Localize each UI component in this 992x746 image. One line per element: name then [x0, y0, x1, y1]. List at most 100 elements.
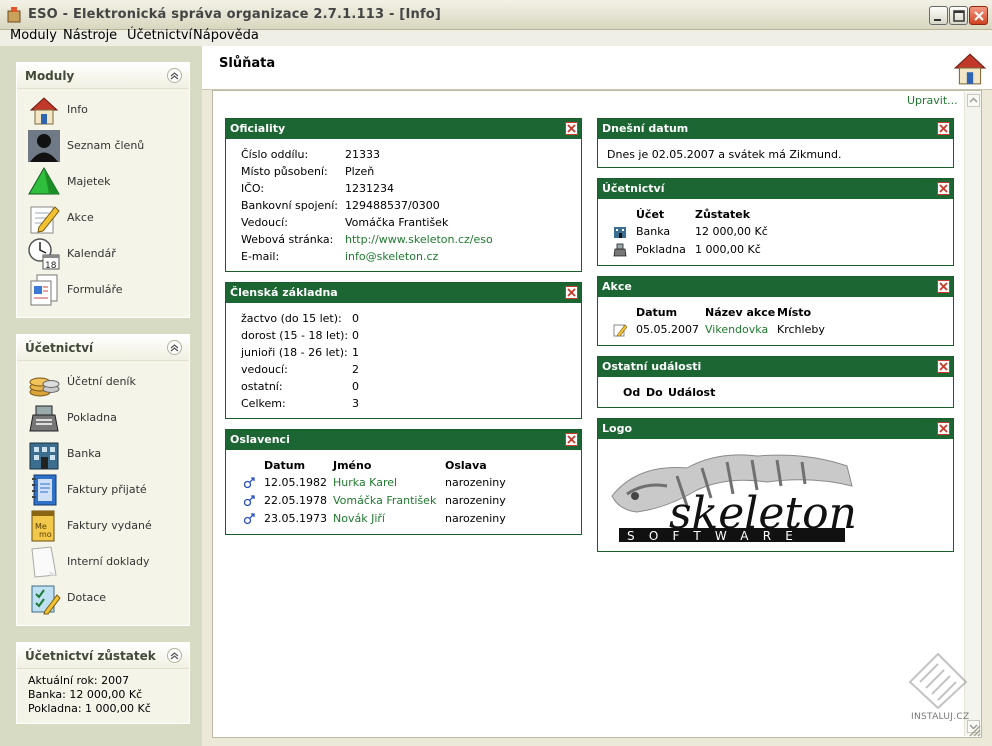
sidebar-item-label: Formuláře: [67, 283, 123, 296]
label-zactvo: žactvo (do 15 let):: [241, 312, 342, 325]
sidebar-item-faktury-vydane[interactable]: Me mo Faktury vydané: [27, 509, 185, 543]
close-icon[interactable]: [937, 280, 950, 293]
house-icon: [29, 97, 59, 125]
close-icon[interactable]: [937, 422, 950, 435]
birthday-type: narozeniny: [445, 476, 506, 489]
website-link[interactable]: http://www.skeleton.cz/eso: [345, 233, 493, 246]
accounting-panel-header[interactable]: Účetnictví: [17, 335, 189, 361]
label-ostatni: ostatní:: [241, 380, 283, 393]
sidebar-item-label: Faktury přijaté: [67, 483, 147, 496]
birthday-name-link[interactable]: Vomáčka František: [333, 494, 436, 507]
today-text: Dnes je 02.05.2007 a svátek má Zikmund.: [607, 148, 842, 161]
column-header-udalost: Událost: [668, 386, 716, 399]
value-zactvo: 0: [352, 312, 359, 325]
sidebar-item-seznam-clenu[interactable]: Seznam členů: [27, 129, 185, 163]
value-juniori: 1: [352, 346, 359, 359]
sidebar-item-faktury-prijate[interactable]: Faktury přijaté: [27, 473, 185, 507]
menu-ucetnictvi[interactable]: Účetnictví: [127, 28, 192, 43]
value-dorost: 0: [352, 329, 359, 342]
male-symbol-icon: [243, 513, 255, 525]
widget-title: Účetnictví: [602, 182, 665, 195]
sidebar-item-interni-doklady[interactable]: Interní doklady: [27, 545, 185, 579]
sidebar-item-majetek[interactable]: Majetek: [27, 165, 185, 199]
main-header: Slůňata: [202, 46, 992, 90]
sidebar-item-kalendar[interactable]: 18 Kalendář: [27, 237, 185, 271]
close-icon[interactable]: [565, 433, 578, 446]
sidebar-item-ucetni-denik[interactable]: Účetní deník: [27, 365, 185, 399]
birthday-type: narozeniny: [445, 494, 506, 507]
close-icon[interactable]: [937, 360, 950, 373]
menu-nastroje[interactable]: Nástroje: [63, 28, 117, 43]
birthday-name-link[interactable]: Hurka Karel: [333, 476, 397, 489]
birthday-date: 22.05.1978: [264, 494, 327, 507]
email-link[interactable]: info@skeleton.cz: [345, 250, 438, 263]
label-juniori: junioři (18 - 26 let):: [241, 346, 348, 359]
balance-year: Aktuální rok: 2007: [28, 674, 130, 687]
label-cislo-oddilu: Číslo oddílu:: [241, 148, 309, 161]
label-celkem: Celkem:: [241, 397, 286, 410]
account-balance: 12 000,00 Kč: [695, 225, 768, 238]
logo-widget: Logo skeleton SOFTWARE: [597, 418, 954, 552]
column-header-jmeno: Jméno: [333, 459, 372, 472]
widget-title: Členská základna: [230, 286, 338, 299]
sidebar-item-formulare[interactable]: Formuláře: [27, 273, 185, 307]
watermark-text: INSTALUJ.CZ: [911, 712, 970, 722]
sidebar-item-label: Účetní deník: [67, 375, 136, 388]
svg-text:mo: mo: [39, 530, 52, 539]
close-icon[interactable]: [565, 286, 578, 299]
sidebar-item-dotace[interactable]: Dotace: [27, 581, 185, 615]
label-misto-pusobeni: Místo působení:: [241, 165, 328, 178]
close-icon[interactable]: [565, 122, 578, 135]
widget-header: Akce: [598, 277, 953, 297]
event-place: Krchleby: [777, 323, 825, 336]
accounting-panel: Účetnictví Účetní deník Pokladna Banka F…: [16, 334, 190, 626]
sidebar-item-akce[interactable]: Akce: [27, 201, 185, 235]
modules-panel: Moduly Info Seznam členů Majetek Akce 18…: [16, 62, 190, 318]
cash-register-icon: [613, 243, 627, 257]
sidebar-item-label: Akce: [67, 211, 94, 224]
pyramid-icon: [28, 166, 60, 195]
close-icon[interactable]: [937, 122, 950, 135]
pencil-notepad-icon: [613, 324, 627, 337]
title-bar: ESO - Elektronická správa organizace 2.7…: [0, 0, 992, 30]
maximize-button[interactable]: [949, 6, 968, 25]
menu-moduly[interactable]: Moduly: [10, 28, 57, 43]
birthday-type: narozeniny: [445, 512, 506, 525]
edit-link[interactable]: Upravit...: [907, 94, 958, 107]
modules-panel-header[interactable]: Moduly: [17, 63, 189, 89]
value-celkem: 3: [352, 397, 359, 410]
collapse-icon[interactable]: [167, 68, 182, 83]
widget-title: Dnešní datum: [602, 122, 689, 135]
sidebar-item-label: Seznam členů: [67, 139, 145, 152]
collapse-icon[interactable]: [167, 648, 182, 663]
widget-title: Oslavenci: [230, 433, 290, 446]
vertical-scrollbar[interactable]: [964, 92, 981, 736]
event-name-link[interactable]: Vikendovka: [705, 323, 768, 336]
sidebar-item-banka[interactable]: Banka: [27, 437, 185, 471]
sidebar-item-info[interactable]: Info: [27, 93, 185, 127]
widget-title: Akce: [602, 280, 632, 293]
column-header-nazev-akce: Název akce: [705, 306, 776, 319]
blank-page-icon: [31, 546, 57, 578]
label-email: E-mail:: [241, 250, 280, 263]
widget-title: Logo: [602, 422, 632, 435]
sidebar-item-label: Kalendář: [67, 247, 116, 260]
clock-calendar-icon: 18: [28, 238, 60, 271]
sidebar-item-label: Dotace: [67, 591, 107, 604]
close-button[interactable]: [969, 6, 988, 25]
resize-grip-icon[interactable]: [966, 722, 982, 738]
widget-header: Oslavenci: [226, 430, 581, 450]
watermark-logo-icon: [908, 652, 968, 710]
sidebar-item-pokladna[interactable]: Pokladna: [27, 401, 185, 435]
balance-panel-header[interactable]: Účetnictví zůstatek: [17, 643, 189, 669]
menu-bar: Moduly Nástroje Účetnictví Nápověda: [0, 28, 992, 46]
collapse-icon[interactable]: [167, 340, 182, 355]
birthday-name-link[interactable]: Novák Jiří: [333, 512, 385, 525]
events-widget: Akce Datum Název akce Místo 05.05.2007 V…: [597, 276, 954, 346]
cash-register-icon: [29, 405, 59, 432]
close-icon[interactable]: [937, 182, 950, 195]
value-vedouci-count: 2: [352, 363, 359, 376]
menu-napoveda[interactable]: Nápověda: [193, 28, 259, 43]
minimize-button[interactable]: [929, 6, 948, 25]
scroll-up-arrow-icon[interactable]: [967, 94, 980, 107]
